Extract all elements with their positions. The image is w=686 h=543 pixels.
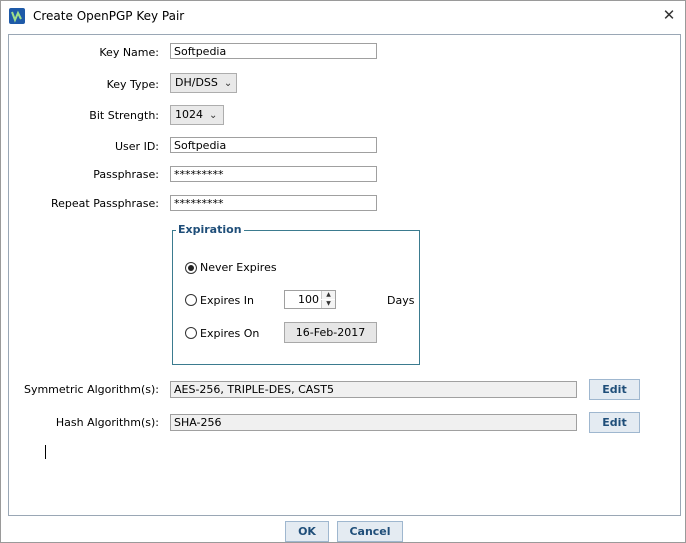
key-name-field[interactable]: Softpedia	[170, 43, 377, 59]
never-expires-label: Never Expires	[200, 261, 277, 274]
days-label: Days	[387, 294, 415, 307]
user-id-field[interactable]: Softpedia	[170, 137, 377, 153]
expires-on-date-button[interactable]: 16-Feb-2017	[284, 322, 377, 343]
chevron-down-icon: ⌄	[209, 110, 218, 121]
dialog-window: Create OpenPGP Key Pair ✕ Key Name: Soft…	[0, 0, 686, 543]
passphrase-label: Passphrase:	[93, 168, 159, 181]
cancel-button[interactable]: Cancel	[337, 521, 403, 542]
key-name-label: Key Name:	[99, 46, 159, 59]
expires-in-value: 100	[298, 293, 319, 306]
hash-algorithm-field: SHA-256	[170, 414, 577, 431]
bit-strength-value: 1024	[175, 108, 203, 121]
expires-on-label: Expires On	[200, 327, 260, 340]
spin-down-icon[interactable]: ▼	[321, 300, 335, 308]
ok-button[interactable]: OK	[285, 521, 329, 542]
key-type-select[interactable]: DH/DSS ⌄	[170, 73, 237, 93]
hash-algorithm-label: Hash Algorithm(s):	[55, 416, 159, 429]
key-type-value: DH/DSS	[175, 76, 218, 89]
bit-strength-select[interactable]: 1024 ⌄	[170, 105, 224, 125]
expiration-title: Expiration	[176, 223, 244, 236]
spin-up-icon[interactable]: ▲	[321, 291, 335, 299]
title-bar: Create OpenPGP Key Pair ✕	[1, 1, 685, 32]
user-id-label: User ID:	[115, 140, 159, 153]
expires-in-radio[interactable]	[185, 294, 197, 306]
hash-edit-button[interactable]: Edit	[589, 412, 640, 433]
passphrase-field[interactable]: *********	[170, 166, 377, 182]
symmetric-algorithm-label: Symmetric Algorithm(s):	[23, 383, 159, 396]
bit-strength-label: Bit Strength:	[89, 109, 159, 122]
text-caret	[45, 445, 46, 459]
close-icon[interactable]: ✕	[659, 5, 679, 25]
expires-in-spinner[interactable]: 100 ▲ ▼	[284, 290, 336, 309]
symmetric-edit-button[interactable]: Edit	[589, 379, 640, 400]
expires-in-label: Expires In	[200, 294, 254, 307]
key-type-label: Key Type:	[106, 78, 159, 91]
chevron-down-icon: ⌄	[223, 78, 233, 89]
app-icon	[9, 8, 25, 24]
expires-on-radio[interactable]	[185, 327, 197, 339]
window-title: Create OpenPGP Key Pair	[33, 9, 185, 23]
symmetric-algorithm-field: AES-256, TRIPLE-DES, CAST5	[170, 381, 577, 398]
repeat-passphrase-field[interactable]: *********	[170, 195, 377, 211]
repeat-passphrase-label: Repeat Passphrase:	[51, 197, 159, 210]
never-expires-radio[interactable]	[185, 262, 197, 274]
